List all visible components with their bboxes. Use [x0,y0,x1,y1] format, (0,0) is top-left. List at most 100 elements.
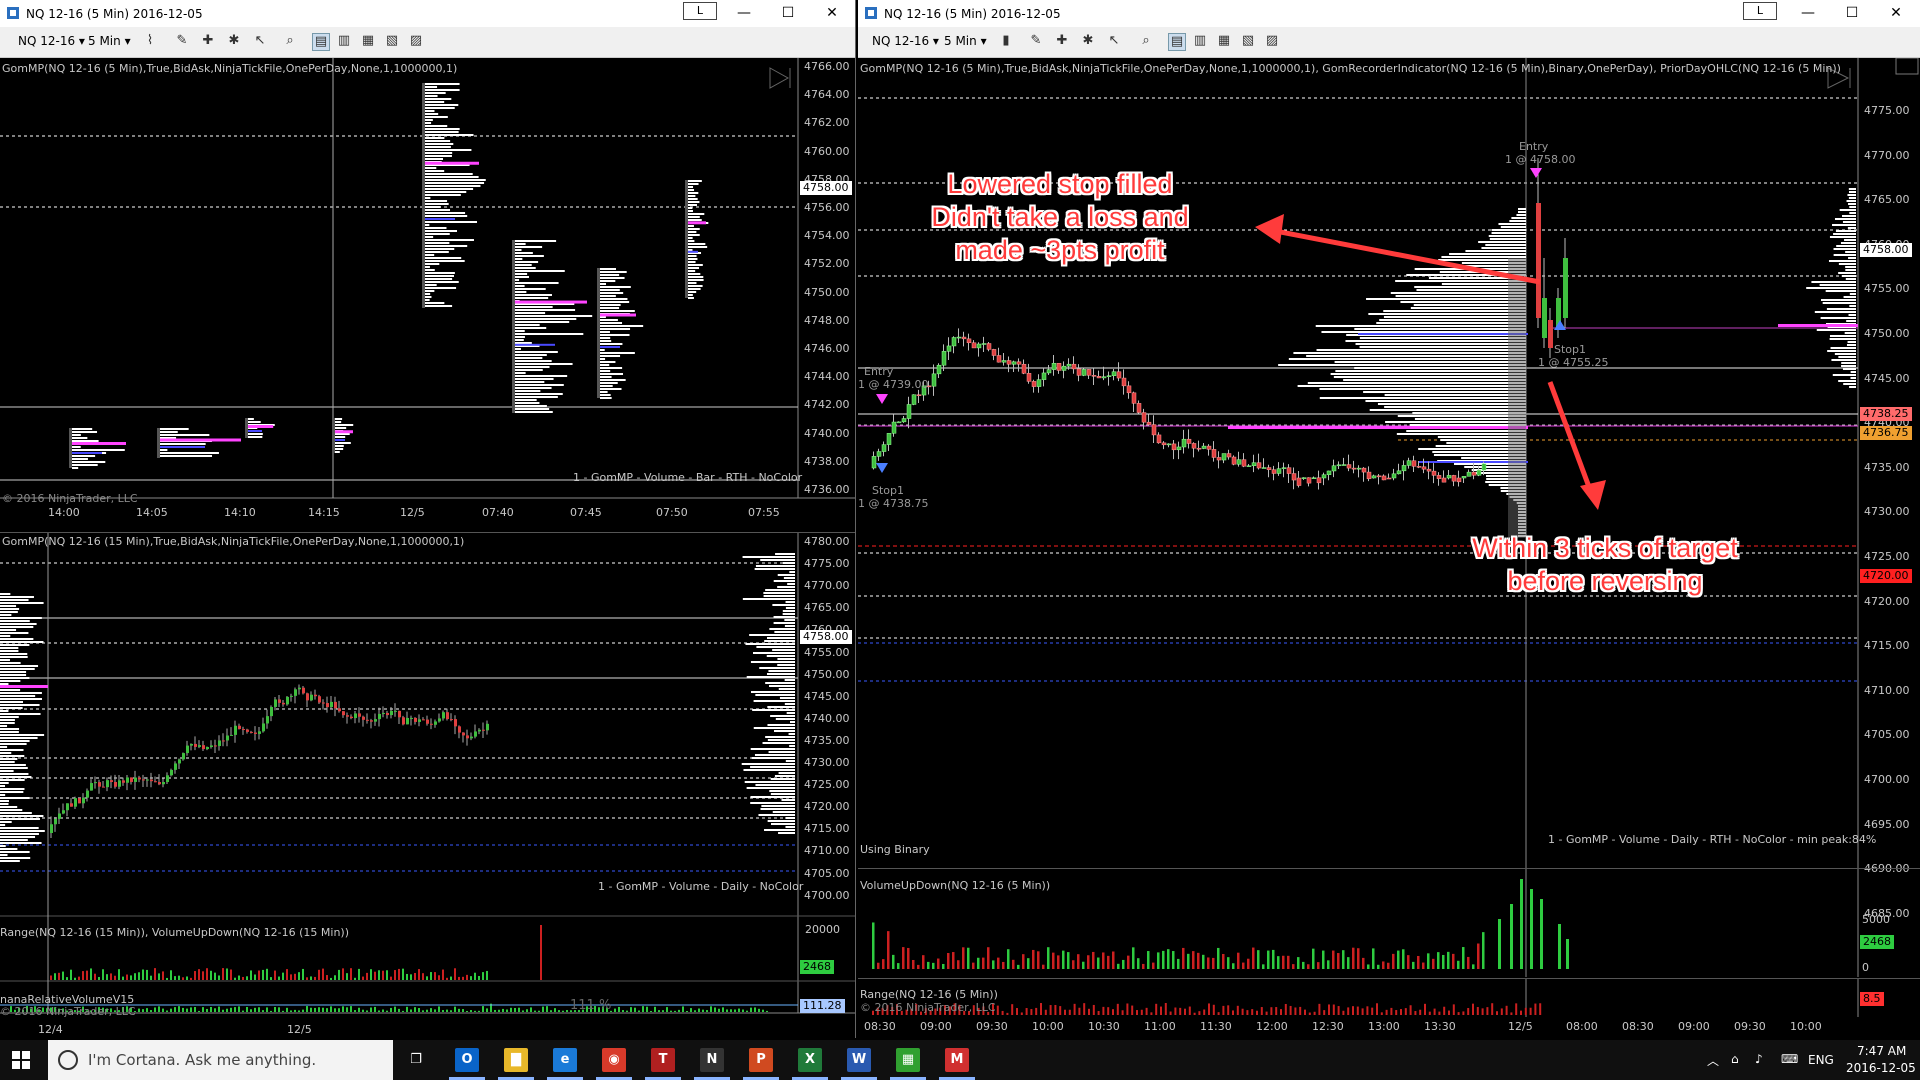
profile-bar [785,826,795,828]
left-title-bar[interactable]: NQ 12-16 (5 Min) 2016-12-05 L — ☐ ✕ [0,0,855,27]
draw-tool-icon[interactable]: ✎ [1028,33,1044,49]
indicators-icon[interactable]: ▥ [336,33,352,49]
candle-body [1011,361,1017,365]
right-interval-selector[interactable]: 5 Min ▾ [944,34,987,48]
candle-body [454,719,457,727]
clock-time[interactable]: 7:47 AM [1857,1044,1906,1058]
network-icon[interactable]: ⌂ [1731,1052,1739,1066]
rel-volume-bar [550,1010,552,1012]
rel-volume-bar [294,1009,296,1012]
profile-bar [1843,383,1856,385]
range-bar [1241,1008,1244,1015]
profile-bar [1343,379,1526,381]
candle-body [234,725,237,735]
draw-tool-icon[interactable]: ✎ [174,33,190,49]
snap-icon[interactable]: ✱ [1080,33,1096,49]
profile-bar [425,158,443,160]
volume-bar [1357,948,1360,969]
templates-icon[interactable]: ▧ [384,33,400,49]
stay-in-draw-icon[interactable]: ✚ [200,33,216,49]
right-instrument-selector[interactable]: NQ 12-16 ▾ [872,34,939,48]
zoom-icon[interactable]: ⌕ [1138,33,1154,49]
volume-icon[interactable]: ♪ [1755,1052,1763,1066]
left-interval-selector[interactable]: 5 Min ▾ [88,34,131,48]
candle-body [302,687,305,694]
language-indicator[interactable]: ENG [1808,1053,1834,1067]
left-close-icon[interactable]: ✕ [812,2,852,24]
profile-bar [688,294,693,296]
snap-icon[interactable]: ✱ [226,33,242,49]
candle-body [1563,258,1568,318]
range-bar [1491,1003,1494,1015]
strategies-icon[interactable]: ▤ [312,33,330,51]
profile-bar [0,704,40,706]
right-title-bar[interactable]: NQ 12-16 (5 Min) 2016-12-05 L — ☐ ✕ [858,0,1920,27]
keyboard-icon[interactable]: ⌨ [1781,1052,1798,1066]
right-time-axis[interactable]: 08:30 09:00 09:30 10:00 10:30 11:00 11:30 12:00… [858,1016,1920,1038]
volume-bar [326,975,328,980]
cursor-icon[interactable]: ↖ [1106,33,1122,49]
data-box-icon[interactable]: ▨ [1264,33,1280,49]
rel-volume-bar [478,1010,480,1012]
rel-volume-bar [238,1006,240,1012]
properties-icon[interactable]: ▦ [360,33,376,49]
word-icon[interactable]: W [847,1048,871,1072]
task-view-icon[interactable]: ❐ [404,1048,428,1072]
profile-bar [1383,310,1526,312]
templates-icon[interactable]: ▧ [1240,33,1256,49]
edge-icon[interactable]: e [553,1048,577,1072]
profile-bar [778,832,795,834]
outlook-icon[interactable]: O [455,1048,479,1072]
left-maximize-icon[interactable]: ☐ [768,2,808,24]
left-bottom-chart[interactable]: GomMP(NQ 12-16 (15 Min),True,BidAsk,Ninj… [0,532,855,1038]
right-lock-button[interactable]: L [1743,2,1777,20]
bar-range [422,83,425,308]
explorer-icon[interactable]: ▇ [504,1048,528,1072]
left-top-chart[interactable]: GomMP(NQ 12-16 (5 Min),True,BidAsk,Ninja… [0,58,855,528]
poc-bar [1228,426,1528,429]
cursor-icon[interactable]: ↖ [252,33,268,49]
excel-icon[interactable]: X [798,1048,822,1072]
left-instrument-selector[interactable]: NQ 12-16 ▾ [18,34,85,48]
volume-bar [98,976,100,980]
candlestick-style-icon[interactable]: ▮ [998,33,1014,49]
rel-volume-bar [358,1007,360,1012]
tws-icon[interactable]: T [651,1048,675,1072]
range-bar [1203,1009,1206,1015]
stay-in-draw-icon[interactable]: ✚ [1054,33,1070,49]
start-button[interactable] [12,1051,30,1069]
rel-volume-bar [286,1007,288,1012]
profile-bar [425,179,486,181]
volume-bar [138,972,140,980]
chart-style-icon[interactable]: ⌇ [142,33,158,49]
gmail-icon[interactable]: M [945,1048,969,1072]
left-lock-button[interactable]: L [683,2,717,20]
rel-volume-bar [278,1007,280,1012]
right-close-icon[interactable]: ✕ [1876,2,1916,24]
volume-bar [478,975,480,980]
candle-body [366,719,369,721]
ninjatrader-icon[interactable]: N [700,1048,724,1072]
chrome-icon[interactable]: ◉ [602,1048,626,1072]
profile-bar [600,376,612,378]
right-volume-panel[interactable]: VolumeUpDown(NQ 12-16 (5 Min)) 5000 2500… [858,868,1920,977]
right-maximize-icon[interactable]: ☐ [1832,2,1872,24]
indicators-icon[interactable]: ▥ [1192,33,1208,49]
cortana-search-box[interactable]: I'm Cortana. Ask me anything. [48,1040,393,1080]
profile-bar [1377,403,1526,405]
right-range-panel[interactable]: Range(NQ 12-16 (5 Min)) © 2016 NinjaTrad… [858,978,1920,1017]
profile-bar [515,306,553,308]
data-box-icon[interactable]: ▨ [408,33,424,49]
zoom-icon[interactable]: ⌕ [282,33,298,49]
calculator-icon[interactable]: ▦ [896,1048,920,1072]
powerpoint-icon[interactable]: P [749,1048,773,1072]
volume-bar [210,970,212,980]
strategies-icon[interactable]: ▤ [1168,33,1186,51]
profile-bar [777,574,795,576]
clock-date[interactable]: 2016-12-05 [1846,1061,1916,1075]
profile-bar [785,760,795,762]
right-minimize-icon[interactable]: — [1788,2,1828,24]
tray-overflow-icon[interactable]: ︿ [1707,1052,1719,1069]
properties-icon[interactable]: ▦ [1216,33,1232,49]
left-minimize-icon[interactable]: — [724,2,764,24]
